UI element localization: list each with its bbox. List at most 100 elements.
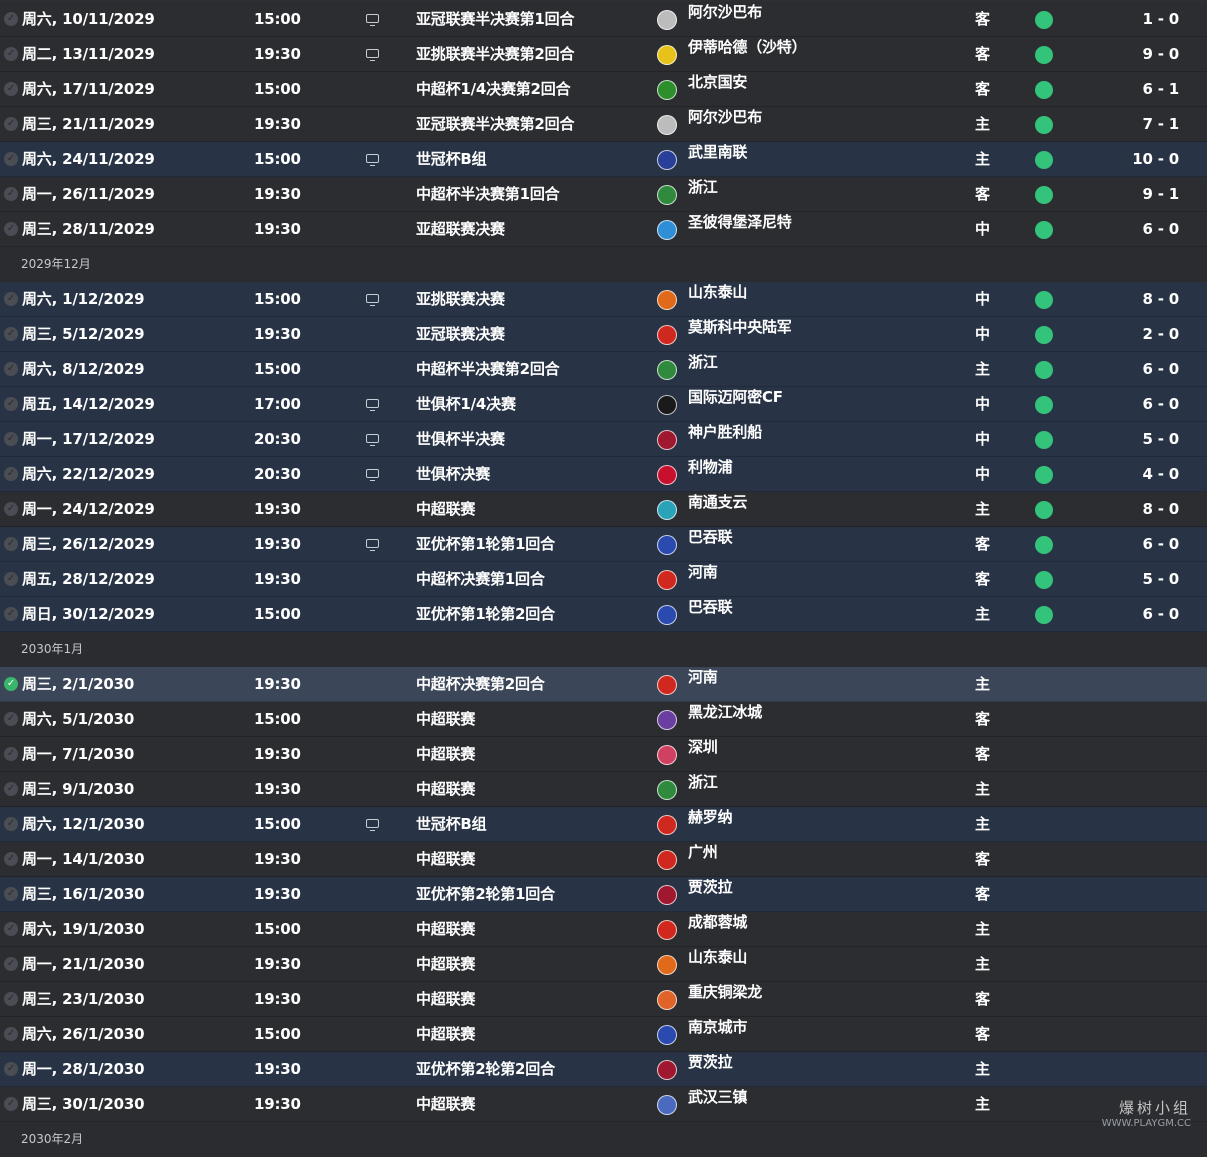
fixture-row[interactable]: ✓ 周六, 10/11/2029 15:00 亚冠联赛半决赛第1回合 阿尔沙巴布 客 1 -…	[0, 2, 1207, 37]
opponent-link[interactable]: 神户胜利船	[688, 415, 762, 450]
fixture-row[interactable]: ✓ 周一, 26/11/2029 19:30 中超杯半决赛第1回合 浙江客 9 - 1	[0, 177, 1207, 212]
opponent-link[interactable]: 河南	[688, 555, 718, 590]
check-icon[interactable]: ✓	[4, 222, 18, 236]
check-icon[interactable]: ✓	[4, 152, 18, 166]
check-icon[interactable]: ✓	[4, 537, 18, 551]
check-icon[interactable]: ✓	[4, 1027, 18, 1041]
check-icon[interactable]: ✓	[4, 747, 18, 761]
check-icon[interactable]: ✓	[4, 82, 18, 96]
competition-link[interactable]: 亚优杯第1轮第1回合	[416, 527, 555, 562]
fixture-row[interactable]: ✓ 周三, 16/1/2030 19:30 亚优杯第2轮第1回合 贾茨拉客	[0, 877, 1207, 912]
fixture-row[interactable]: ✓ 周五, 14/12/2029 17:00 世俱杯1/4决赛 国际迈阿密CF 中 6 - …	[0, 387, 1207, 422]
competition-link[interactable]: 世俱杯1/4决赛	[416, 387, 516, 422]
competition-link[interactable]: 中超杯半决赛第2回合	[416, 352, 560, 387]
competition-link[interactable]: 中超联赛	[416, 842, 475, 877]
check-icon[interactable]: ✓	[4, 1062, 18, 1076]
check-icon[interactable]: ✓	[4, 677, 18, 691]
competition-link[interactable]: 中超联赛	[416, 1017, 475, 1052]
check-icon[interactable]: ✓	[4, 397, 18, 411]
opponent-link[interactable]: 莫斯科中央陆军	[688, 310, 792, 345]
opponent-link[interactable]: 赫罗纳	[688, 800, 733, 835]
check-icon[interactable]: ✓	[4, 992, 18, 1006]
check-icon[interactable]: ✓	[4, 957, 18, 971]
fixture-row[interactable]: ✓ 周三, 5/12/2029 19:30 亚冠联赛决赛 莫斯科中央陆军中 2 - 0	[0, 317, 1207, 352]
competition-link[interactable]: 亚挑联赛半决赛第2回合	[416, 37, 574, 72]
fixture-row[interactable]: ✓ 周一, 21/1/2030 19:30 中超联赛 山东泰山主	[0, 947, 1207, 982]
competition-link[interactable]: 亚优杯第2轮第2回合	[416, 1052, 555, 1087]
fixture-row[interactable]: ✓ 周三, 9/1/2030 19:30 中超联赛 浙江主	[0, 772, 1207, 807]
check-icon[interactable]: ✓	[4, 817, 18, 831]
competition-link[interactable]: 亚冠联赛决赛	[416, 317, 505, 352]
competition-link[interactable]: 亚冠联赛半决赛第2回合	[416, 107, 574, 142]
fixture-row[interactable]: ✓ 周三, 21/11/2029 19:30 亚冠联赛半决赛第2回合 阿尔沙巴布主 7 -…	[0, 107, 1207, 142]
fixture-row[interactable]: ✓ 周六, 22/12/2029 20:30 世俱杯决赛 利物浦中 4 - 0	[0, 457, 1207, 492]
opponent-link[interactable]: 圣彼得堡泽尼特	[688, 205, 792, 240]
opponent-link[interactable]: 贾茨拉	[688, 1045, 733, 1080]
fixture-row[interactable]: ✓ 周日, 30/12/2029 15:00 亚优杯第1轮第2回合 巴吞联主 6 - 0	[0, 597, 1207, 632]
competition-link[interactable]: 中超联赛	[416, 737, 475, 772]
competition-link[interactable]: 中超杯1/4决赛第2回合	[416, 72, 571, 107]
fixture-row[interactable]: ✓ 周三, 23/1/2030 19:30 中超联赛 重庆铜梁龙客	[0, 982, 1207, 1017]
competition-link[interactable]: 亚优杯第1轮第2回合	[416, 597, 555, 632]
opponent-link[interactable]: 利物浦	[688, 450, 733, 485]
fixture-row[interactable]: ✓ 周六, 5/1/2030 15:00 中超联赛 黑龙江冰城客	[0, 702, 1207, 737]
fixture-row[interactable]: ✓ 周六, 17/11/2029 15:00 中超杯1/4决赛第2回合 北京国安客 6 -…	[0, 72, 1207, 107]
check-icon[interactable]: ✓	[4, 187, 18, 201]
opponent-link[interactable]: 伊蒂哈德（沙特）	[688, 30, 807, 65]
opponent-link[interactable]: 浙江	[688, 170, 718, 205]
opponent-link[interactable]: 浙江	[688, 765, 718, 800]
check-icon[interactable]: ✓	[4, 852, 18, 866]
fixture-row[interactable]: ✓ 周六, 24/11/2029 15:00 世冠杯B组 武里南联主 10 - 0	[0, 142, 1207, 177]
competition-link[interactable]: 中超杯决赛第2回合	[416, 667, 545, 702]
check-icon[interactable]: ✓	[4, 782, 18, 796]
opponent-link[interactable]: 广州	[688, 835, 718, 870]
competition-link[interactable]: 中超联赛	[416, 982, 475, 1017]
fixture-row[interactable]: ✓ 周六, 12/1/2030 15:00 世冠杯B组 赫罗纳主	[0, 807, 1207, 842]
fixture-row[interactable]: ✓ 周一, 14/1/2030 19:30 中超联赛 广州客	[0, 842, 1207, 877]
check-icon[interactable]: ✓	[4, 607, 18, 621]
opponent-link[interactable]: 成都蓉城	[688, 905, 747, 940]
competition-link[interactable]: 中超杯半决赛第1回合	[416, 177, 560, 212]
competition-link[interactable]: 世俱杯半决赛	[416, 422, 505, 457]
check-icon[interactable]: ✓	[4, 502, 18, 516]
fixture-row[interactable]: ✓ 周二, 13/11/2029 19:30 亚挑联赛半决赛第2回合 伊蒂哈德（沙特）客…	[0, 37, 1207, 72]
check-icon[interactable]: ✓	[4, 922, 18, 936]
fixture-row[interactable]: ✓ 周一, 7/1/2030 19:30 中超联赛 深圳客	[0, 737, 1207, 772]
check-icon[interactable]: ✓	[4, 572, 18, 586]
check-icon[interactable]: ✓	[4, 117, 18, 131]
opponent-link[interactable]: 河南	[688, 660, 718, 695]
competition-link[interactable]: 中超联赛	[416, 912, 475, 947]
opponent-link[interactable]: 巴吞联	[688, 590, 733, 625]
fixture-row[interactable]: ✓ 周六, 1/12/2029 15:00 亚挑联赛决赛 山东泰山中 8 - 0	[0, 282, 1207, 317]
opponent-link[interactable]: 贾茨拉	[688, 870, 733, 905]
fixture-row[interactable]: ✓ 周三, 2/1/2030 19:30 中超杯决赛第2回合 河南主	[0, 667, 1207, 702]
opponent-link[interactable]: 武里南联	[688, 135, 747, 170]
opponent-link[interactable]: 山东泰山	[688, 275, 747, 310]
fixture-row[interactable]: ✓ 周一, 17/12/2029 20:30 世俱杯半决赛 神户胜利船中 5 - 0	[0, 422, 1207, 457]
competition-link[interactable]: 亚冠联赛半决赛第1回合	[416, 2, 574, 37]
competition-link[interactable]: 中超联赛	[416, 772, 475, 807]
opponent-link[interactable]: 重庆铜梁龙	[688, 975, 762, 1010]
opponent-link[interactable]: 阿尔沙巴布	[688, 0, 762, 30]
check-icon[interactable]: ✓	[4, 292, 18, 306]
fixture-row[interactable]: ✓ 周五, 28/12/2029 19:30 中超杯决赛第1回合 河南客 5 - 0	[0, 562, 1207, 597]
check-icon[interactable]: ✓	[4, 12, 18, 26]
opponent-link[interactable]: 山东泰山	[688, 940, 747, 975]
competition-link[interactable]: 亚优杯第2轮第1回合	[416, 877, 555, 912]
competition-link[interactable]: 亚超联赛决赛	[416, 212, 505, 247]
competition-link[interactable]: 世俱杯决赛	[416, 457, 490, 492]
competition-link[interactable]: 中超联赛	[416, 702, 475, 737]
opponent-link[interactable]: 国际迈阿密CF	[688, 380, 783, 415]
fixture-row[interactable]: ✓ 周六, 26/1/2030 15:00 中超联赛 南京城市客	[0, 1017, 1207, 1052]
opponent-link[interactable]: 南通支云	[688, 485, 747, 520]
opponent-link[interactable]: 北京国安	[688, 65, 747, 100]
check-icon[interactable]: ✓	[4, 887, 18, 901]
opponent-link[interactable]: 黑龙江冰城	[688, 695, 762, 730]
check-icon[interactable]: ✓	[4, 362, 18, 376]
check-icon[interactable]: ✓	[4, 432, 18, 446]
competition-link[interactable]: 世冠杯B组	[416, 142, 487, 177]
check-icon[interactable]: ✓	[4, 1097, 18, 1111]
competition-link[interactable]: 中超杯决赛第1回合	[416, 562, 545, 597]
competition-link[interactable]: 世冠杯B组	[416, 807, 487, 842]
check-icon[interactable]: ✓	[4, 467, 18, 481]
